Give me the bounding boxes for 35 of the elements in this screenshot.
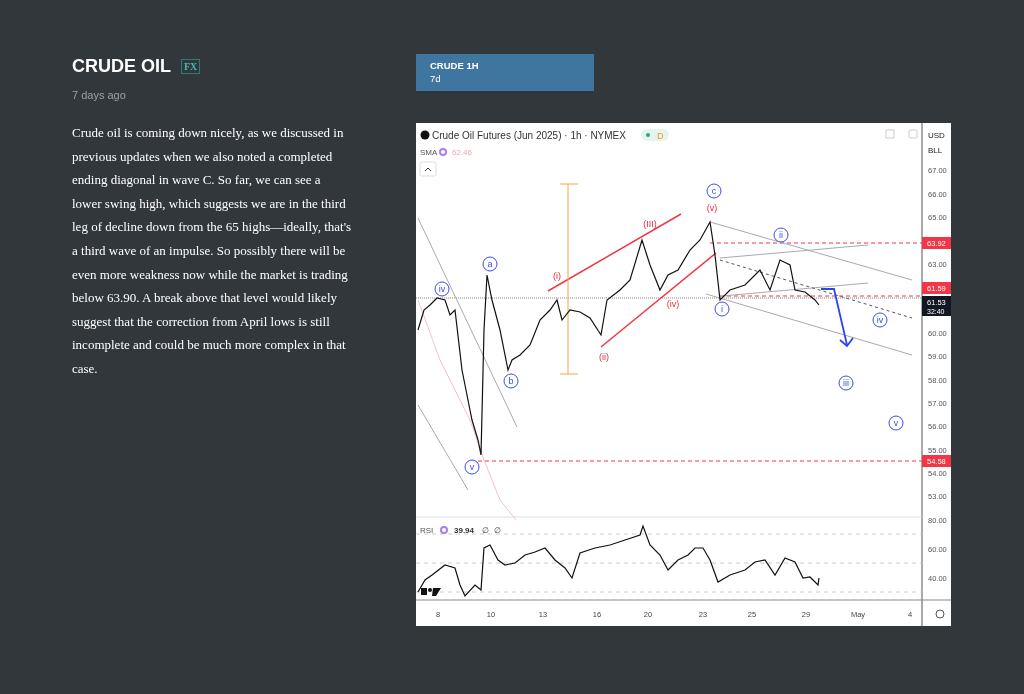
category-badge: FX [181, 59, 201, 74]
wave-label: ii [773, 227, 789, 243]
collapse-button[interactable] [419, 161, 437, 177]
unit-label[interactable]: BLL [928, 146, 943, 155]
rsi-value: 39.94 [454, 526, 475, 535]
rsi-label: RSI [420, 526, 434, 535]
rsi-parameter: ∅ [494, 526, 501, 535]
wave-label: v [888, 415, 904, 431]
rsi-parameter: ∅ [482, 526, 489, 535]
wave-label: iii [838, 375, 854, 391]
wave-label: iv [434, 281, 450, 297]
wave-label: b [503, 373, 519, 389]
wave-label: (iv) [666, 299, 680, 309]
wave-label: a [482, 256, 498, 272]
projection-arrow [820, 288, 854, 348]
post-time: 7 days ago [72, 89, 127, 101]
chart-card-title: CRUDE 1H [430, 60, 480, 71]
sma-label: SMA [420, 148, 438, 157]
wave-label: iv [872, 312, 888, 328]
wave-label: v [464, 459, 480, 475]
wave-label: (v) [706, 203, 718, 213]
wave-label: i [714, 301, 730, 317]
wave-label: (ii) [599, 352, 609, 362]
market-status-badge: D [641, 129, 669, 141]
article-text: Crude oil is coming down nicely, as we discussed in previous updates when we also noted a completed ending diagonal in wave C. So far, we can see a lower swing high, which suggests we are in the third leg of decline down from the 65 highs—ideally, that's a third wave of an impulse. So possibly there will be even more weakness now while the market is trading below 63.90. A break above that level would likely suggest that the correction from April lows is still incomplete and could be much more complex in that case. [72, 124, 352, 378]
wave-label: (i) [553, 271, 561, 281]
currency-label[interactable]: USD [928, 131, 945, 140]
chart-card[interactable]: CRUDE 1H 7d [416, 54, 594, 91]
symbol-title: Crude Oil Futures (Jun 2025) · 1h · NYMEX [432, 130, 626, 141]
chart-card-subtitle: 7d [430, 73, 442, 84]
wave-label: c [706, 183, 722, 199]
article-title: CRUDE OIL [72, 56, 171, 77]
wave-label: (III) [643, 219, 657, 229]
settings-icon[interactable] [935, 609, 945, 619]
sma-value: 62.46 [452, 148, 473, 157]
